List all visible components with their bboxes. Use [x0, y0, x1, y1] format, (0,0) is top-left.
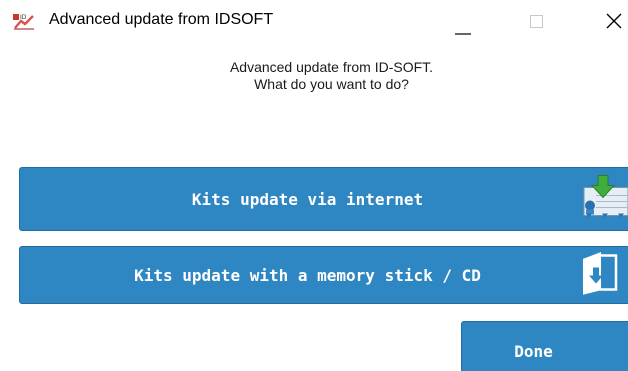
minimize-icon	[455, 33, 471, 35]
update-dialog: ID Advanced update from IDSOFT Advanced …	[0, 0, 628, 371]
window-title: Advanced update from IDSOFT	[49, 11, 274, 28]
prompt-line-1: Advanced update from ID-SOFT.	[229, 59, 434, 75]
minimize-button[interactable]	[445, 0, 491, 44]
close-icon	[606, 13, 622, 29]
folder-import-icon	[576, 250, 628, 301]
prompt-text: Advanced update from ID-SOFT. What do yo…	[0, 59, 628, 93]
kits-update-memory-button[interactable]: Kits update with a memory stick / CD	[19, 246, 628, 304]
title-bar[interactable]: ID Advanced update from IDSOFT	[0, 0, 628, 44]
kits-update-internet-label: Kits update via internet	[191, 189, 424, 209]
close-button[interactable]	[582, 0, 628, 44]
kits-update-internet-button[interactable]: Kits update via internet	[19, 167, 628, 231]
idsoft-logo-icon: ID	[13, 12, 35, 30]
kits-update-memory-label: Kits update with a memory stick / CD	[134, 265, 481, 285]
download-update-icon	[576, 174, 628, 225]
maximize-button[interactable]	[514, 0, 560, 44]
done-button[interactable]: Done	[461, 321, 628, 371]
done-label: Done	[514, 341, 553, 361]
maximize-icon	[530, 15, 543, 28]
prompt-line-2: What do you want to do?	[254, 76, 409, 92]
